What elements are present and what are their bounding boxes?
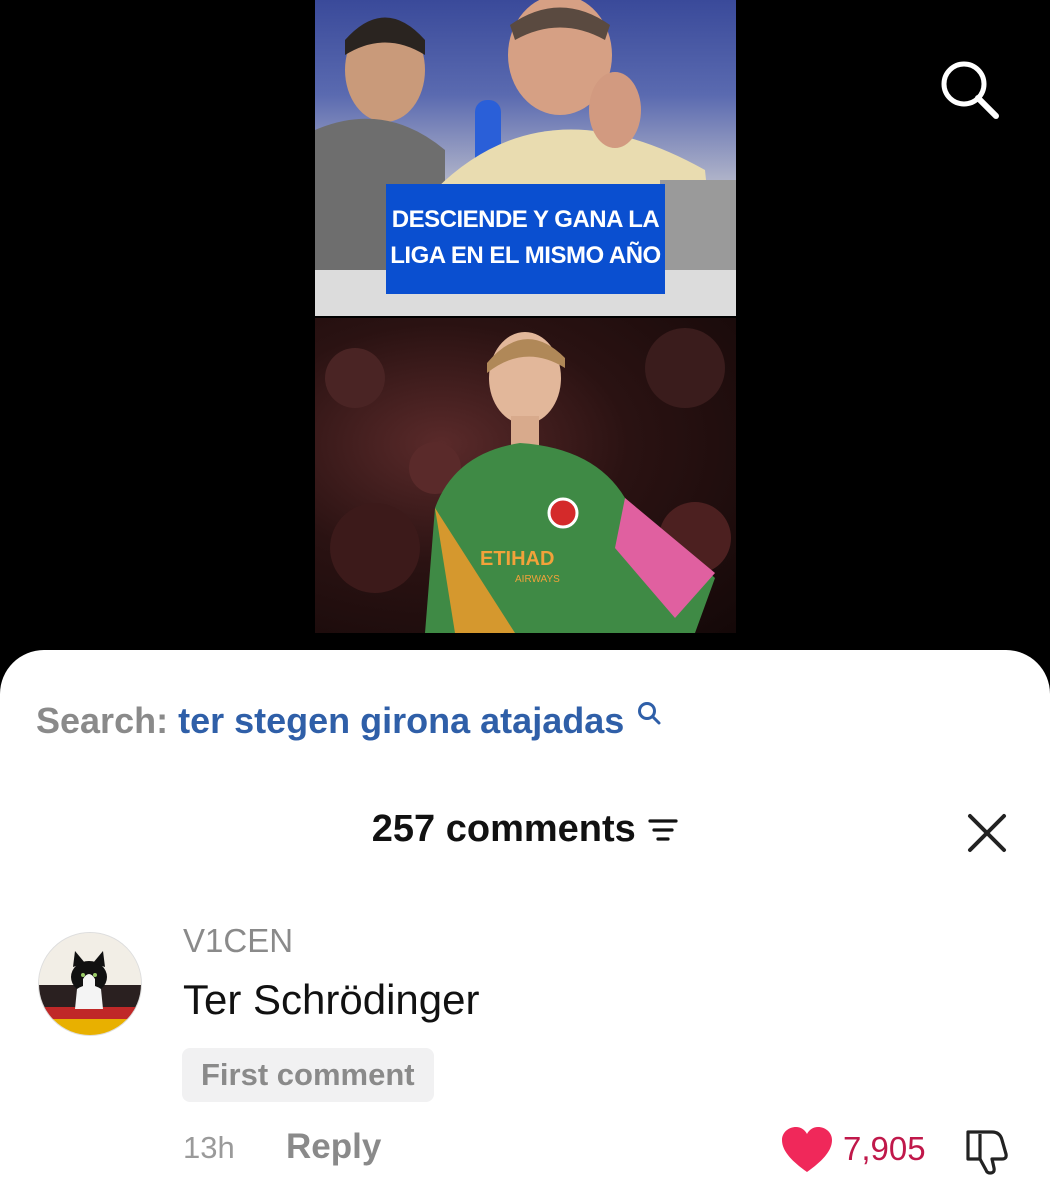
caption-line-2: LIGA EN EL MISMO AÑO bbox=[390, 242, 661, 269]
like-count: 7,905 bbox=[843, 1130, 926, 1167]
comment-username[interactable]: V1CEN bbox=[183, 922, 293, 960]
comment-timestamp: 13h bbox=[183, 1130, 235, 1165]
sort-icon[interactable] bbox=[648, 817, 678, 843]
video-frame[interactable]: DESCIENDE Y GANA LA LIGA EN EL MISMO AÑO bbox=[315, 0, 736, 633]
cat-avatar-image bbox=[39, 933, 141, 1035]
caption-line-1: DESCIENDE Y GANA LA bbox=[391, 206, 660, 233]
goalkeeper-illustration: ETIHAD AIRWAYS bbox=[325, 328, 731, 633]
search-query[interactable]: ter stegen girona atajadas bbox=[178, 700, 624, 741]
first-comment-badge: First comment bbox=[182, 1048, 434, 1102]
jersey-sponsor: ETIHAD bbox=[480, 548, 554, 570]
video-caption: DESCIENDE Y GANA LA LIGA EN EL MISMO AÑO bbox=[386, 184, 665, 294]
search-icon[interactable] bbox=[936, 56, 1002, 122]
related-search-link[interactable]: Search: ter stegen girona atajadas bbox=[36, 700, 662, 742]
dislike-icon[interactable] bbox=[962, 1126, 1010, 1176]
video-bottom-panel: ETIHAD AIRWAYS bbox=[315, 318, 736, 633]
close-icon[interactable] bbox=[966, 812, 1008, 854]
reply-button[interactable]: Reply bbox=[286, 1127, 381, 1167]
video-top-panel: DESCIENDE Y GANA LA LIGA EN EL MISMO AÑO bbox=[315, 0, 736, 316]
search-icon[interactable] bbox=[636, 700, 662, 726]
jersey-sponsor-sub: AIRWAYS bbox=[515, 574, 560, 585]
avatar[interactable] bbox=[38, 932, 142, 1036]
comments-count: 257 comments bbox=[371, 808, 636, 850]
search-label: Search: bbox=[36, 700, 169, 741]
comments-header: 257 comments bbox=[0, 808, 1050, 851]
video-player[interactable]: DESCIENDE Y GANA LA LIGA EN EL MISMO AÑO bbox=[0, 0, 1050, 680]
comments-sheet: Search: ter stegen girona atajadas 257 c… bbox=[0, 650, 1050, 1200]
comment-text: Ter Schrödinger bbox=[183, 976, 480, 1023]
heart-icon[interactable] bbox=[780, 1126, 834, 1174]
